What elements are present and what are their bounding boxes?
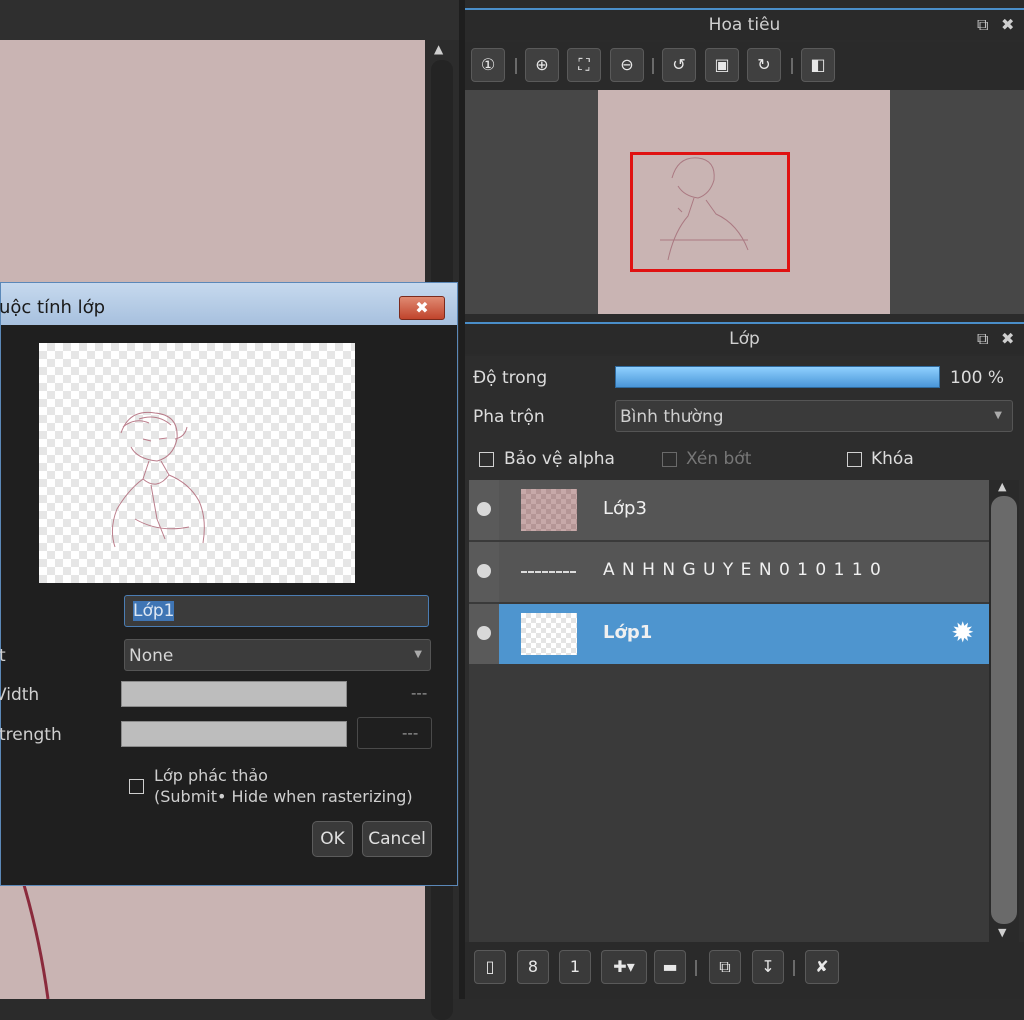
lock-label: Khóa — [871, 449, 914, 469]
opacity-slider[interactable] — [615, 366, 940, 388]
width-label: Vidth — [0, 685, 40, 705]
visibility-dot-icon[interactable] — [477, 502, 491, 516]
new-8bit-layer-icon[interactable]: 8 — [517, 950, 549, 984]
layer-panel: Độ trong 100 % Pha trộn Bình thường ▼ Bả… — [465, 356, 1024, 999]
layer-thumbnail — [521, 489, 577, 531]
fit-window-icon[interactable]: ⛶ — [567, 48, 601, 82]
scroll-down-arrow-icon[interactable]: ▼ — [998, 926, 1006, 939]
dialog-close-button[interactable]: ✖ — [399, 296, 445, 320]
blend-mode-value: Bình thường — [620, 407, 724, 427]
strength-label: trength — [0, 725, 62, 745]
protect-alpha-checkbox[interactable] — [479, 452, 494, 467]
add-layer-menu-icon[interactable]: ✚▾ — [601, 950, 647, 984]
layer-list: Lớp3 A N H N G U Y E N 0 1 0 1 1 0 Lớp1 … — [469, 480, 989, 942]
layer-name: A N H N G U Y E N 0 1 0 1 1 0 — [603, 560, 882, 580]
layer-name-value: Lớp1 — [133, 601, 175, 621]
rotate-left-icon[interactable]: ↺ — [662, 48, 696, 82]
close-icon[interactable]: ✖ — [1001, 15, 1014, 34]
sketch-preview-image — [111, 411, 205, 548]
lock-checkbox[interactable] — [847, 452, 862, 467]
layer-list-scrollbar[interactable]: ▲ ▼ — [989, 480, 1019, 942]
ok-button[interactable]: OK — [312, 821, 353, 857]
clipping-label: Xén bớt — [686, 449, 752, 469]
layer-row[interactable]: Lớp1 ✹ — [469, 604, 989, 666]
layer-name: Lớp3 — [603, 498, 647, 519]
layer-panel-header: Lớp ⧉ ✖ — [465, 322, 1024, 354]
new-folder-icon[interactable]: ▬ — [654, 950, 686, 984]
scroll-up-arrow-icon[interactable]: ▲ — [434, 42, 443, 56]
duplicate-layer-icon[interactable]: ⧉ — [709, 950, 741, 984]
zoom-out-icon[interactable]: ⊖ — [610, 48, 644, 82]
text-line-thumbnail — [521, 571, 577, 573]
merge-down-icon[interactable]: ↧ — [752, 950, 784, 984]
layer-thumbnail — [521, 551, 577, 593]
clipping-checkbox[interactable] — [662, 452, 677, 467]
width-slider[interactable] — [121, 681, 347, 707]
layer-option-select[interactable]: None ▼ — [124, 639, 431, 671]
navigator-thumbnail — [598, 90, 890, 314]
strength-slider[interactable] — [121, 721, 347, 747]
gear-icon[interactable]: ✹ — [951, 616, 974, 649]
fit-rotate-icon[interactable]: ▣ — [705, 48, 739, 82]
cancel-button[interactable]: Cancel — [362, 821, 432, 857]
protect-alpha-label: Bảo vệ alpha — [504, 449, 615, 469]
flip-horizontal-icon[interactable]: ◧ — [801, 48, 835, 82]
toolbar-separator — [793, 960, 795, 976]
toolbar-separator — [515, 58, 517, 74]
navigator-title: Hoa tiêu — [708, 15, 781, 35]
rotate-right-icon[interactable]: ↻ — [747, 48, 781, 82]
strength-input[interactable]: --- — [357, 717, 432, 749]
navigator-preview[interactable] — [465, 90, 1024, 314]
layer-row[interactable]: Lớp3 — [469, 480, 989, 542]
layer-option-label: t — [0, 646, 6, 666]
layer-thumbnail — [521, 613, 577, 655]
opacity-label: Độ trong — [473, 368, 548, 388]
blend-label: Pha trộn — [473, 407, 545, 427]
scroll-thumb[interactable] — [991, 496, 1017, 924]
canvas-top-bar — [0, 0, 460, 41]
dialog-title: uộc tính lớp — [0, 297, 106, 318]
layer-option-value: None — [129, 646, 174, 666]
new-layer-icon[interactable]: ▯ — [474, 950, 506, 984]
layer-row[interactable]: A N H N G U Y E N 0 1 0 1 1 0 — [469, 542, 989, 604]
opacity-value: 100 % — [950, 368, 1005, 388]
blend-mode-select[interactable]: Bình thường ▼ — [615, 400, 1013, 432]
sketch-layer-hint: (Submit• Hide when rasterizing) — [154, 787, 413, 806]
close-icon[interactable]: ✖ — [1001, 329, 1014, 348]
toolbar-separator — [652, 58, 654, 74]
navigator-panel-header: Hoa tiêu ⧉ ✖ — [465, 8, 1024, 40]
navigator-view-frame[interactable] — [630, 152, 790, 272]
delete-layer-icon[interactable]: ✘ — [805, 950, 839, 984]
toolbar-separator — [695, 960, 697, 976]
layer-toolbar: ▯ 8 1 ✚▾ ▬ ⧉ ↧ ✘ — [465, 942, 1024, 999]
chevron-down-icon: ▼ — [414, 649, 422, 660]
visibility-dot-icon[interactable] — [477, 564, 491, 578]
sketch-layer-label: Lớp phác thảo — [154, 766, 268, 785]
layer-name: Lớp1 — [603, 622, 653, 643]
layer-preview — [39, 343, 355, 583]
navigator-toolbar: ① ⊕ ⛶ ⊖ ↺ ▣ ↻ ◧ — [465, 42, 1024, 90]
zoom-actual-icon[interactable]: ① — [471, 48, 505, 82]
dialog-title-bar[interactable]: uộc tính lớp ✖ — [0, 283, 457, 325]
visibility-dot-icon[interactable] — [477, 626, 491, 640]
toolbar-separator — [791, 58, 793, 74]
chevron-down-icon: ▼ — [994, 410, 1002, 421]
layer-panel-title: Lớp — [729, 329, 760, 349]
new-1bit-layer-icon[interactable]: 1 — [559, 950, 591, 984]
popout-icon[interactable]: ⧉ — [977, 15, 988, 35]
strength-value: --- — [402, 724, 419, 742]
scroll-up-arrow-icon[interactable]: ▲ — [998, 480, 1006, 493]
layer-name-input[interactable]: Lớp1 — [124, 595, 429, 627]
popout-icon[interactable]: ⧉ — [977, 329, 988, 349]
layer-properties-dialog: uộc tính lớp ✖ Lớp1 t None ▼ Vidth --- t… — [0, 282, 458, 886]
zoom-in-icon[interactable]: ⊕ — [525, 48, 559, 82]
sketch-layer-checkbox[interactable] — [129, 779, 144, 794]
width-value: --- — [411, 684, 428, 702]
